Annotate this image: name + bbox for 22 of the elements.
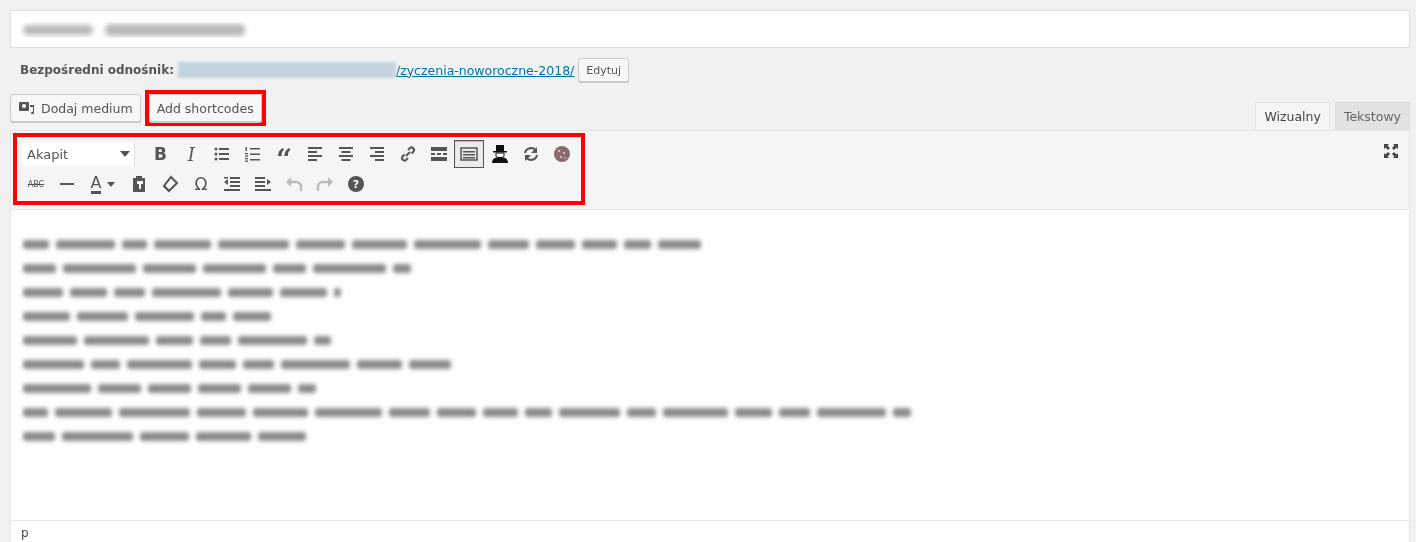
caret-icon <box>119 151 130 157</box>
edit-button[interactable]: Edytuj <box>578 58 630 82</box>
media-icon <box>18 100 36 116</box>
permalink-link[interactable]: /zyczenia-noworoczne-2018/ <box>395 62 575 78</box>
italic-button[interactable]: I <box>176 140 207 168</box>
strikethrough-button[interactable]: ABC <box>21 170 51 198</box>
format-select[interactable]: Akapit <box>21 142 135 166</box>
toolbar-toggle-icon[interactable] <box>454 140 485 168</box>
shortcodes-button[interactable]: Add shortcodes <box>148 94 262 122</box>
element-path[interactable]: p <box>21 526 29 540</box>
editor-tab[interactable]: Wizualny <box>1255 102 1330 130</box>
add-media-button[interactable]: Dodaj medium <box>10 94 141 122</box>
blockquote-button[interactable]: “ <box>269 140 300 168</box>
bold-button[interactable]: B <box>145 140 176 168</box>
text-color-button[interactable]: A <box>83 170 123 198</box>
permalink-label: Bezpośredni odnośnik: <box>20 63 174 77</box>
help-button[interactable]: ? <box>341 170 371 198</box>
title-field[interactable] <box>10 10 1410 48</box>
special-character-button[interactable]: Ω <box>186 170 216 198</box>
fullscreen-icon[interactable] <box>1383 143 1399 159</box>
editor-tab[interactable]: Tekstowy <box>1334 102 1410 130</box>
caret-icon <box>107 181 116 187</box>
